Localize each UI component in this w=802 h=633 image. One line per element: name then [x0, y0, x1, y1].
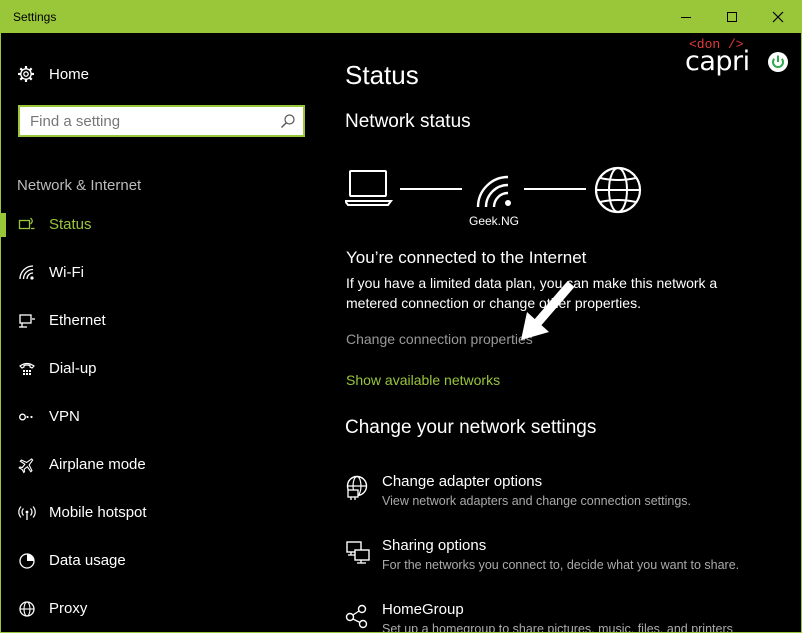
- dialup-icon: [18, 360, 36, 378]
- wifi-icon: [18, 264, 36, 282]
- adapter-icon: [346, 475, 368, 500]
- minimize-icon: [681, 17, 691, 18]
- globe-icon: [594, 166, 642, 214]
- setting-subtitle: Set up a homegroup to share pictures, mu…: [382, 622, 733, 633]
- home-label: Home: [49, 65, 90, 83]
- setting-subtitle: View network adapters and change connect…: [382, 494, 691, 508]
- sidebar-item-proxy[interactable]: Proxy: [1, 589, 321, 629]
- home-nav-item[interactable]: Home: [17, 63, 89, 85]
- sidebar-item-airplane-mode[interactable]: Airplane mode: [1, 445, 321, 485]
- sidebar: Home Network & Internet Status: [1, 33, 321, 632]
- maximize-icon: [727, 12, 737, 22]
- ethernet-icon: [18, 312, 36, 330]
- sharing-icon: [346, 541, 370, 564]
- show-available-networks-link[interactable]: Show available networks: [346, 372, 500, 388]
- section-label: Network & Internet: [17, 177, 142, 194]
- sidebar-item-ethernet[interactable]: Ethernet: [1, 301, 321, 341]
- minimize-button[interactable]: [663, 1, 709, 33]
- connection-status-text: You’re connected to the Internet: [346, 248, 587, 267]
- sidebar-item-label: Wi-Fi: [49, 264, 84, 281]
- search-box[interactable]: [18, 105, 305, 137]
- sidebar-item-label: Dial-up: [49, 360, 97, 377]
- setting-title: Change adapter options: [382, 473, 543, 490]
- page-title: Status: [345, 60, 419, 90]
- window-title: Settings: [13, 10, 57, 24]
- hotspot-icon: [18, 504, 36, 522]
- sidebar-item-label: Ethernet: [49, 312, 106, 329]
- maximize-button[interactable]: [709, 1, 755, 33]
- sidebar-item-status[interactable]: Status: [1, 205, 321, 245]
- title-bar[interactable]: Settings: [1, 1, 801, 33]
- sharing-options[interactable]: Sharing options For the networks you con…: [345, 537, 801, 587]
- sidebar-item-label: Mobile hotspot: [49, 504, 147, 521]
- close-icon: [772, 11, 784, 23]
- proxy-icon: [18, 600, 36, 618]
- vpn-icon: [18, 408, 36, 426]
- laptop-icon: [345, 170, 393, 206]
- close-button[interactable]: [755, 1, 801, 33]
- network-name: Geek.NG: [469, 214, 520, 228]
- search-icon[interactable]: [280, 113, 296, 129]
- status-icon: [18, 216, 36, 234]
- search-input[interactable]: [30, 113, 270, 130]
- sidebar-item-label: Airplane mode: [49, 456, 146, 473]
- sidebar-item-label: Status: [49, 216, 92, 233]
- settings-window: Settings Home Find a setting Network & I…: [0, 0, 802, 633]
- setting-subtitle: For the networks you connect to, decide …: [382, 558, 740, 572]
- sidebar-item-wifi[interactable]: Wi-Fi: [1, 253, 321, 293]
- wifi-icon: [476, 175, 511, 208]
- active-indicator: [1, 213, 6, 237]
- annotation-arrow-icon: [521, 281, 575, 340]
- sidebar-item-dialup[interactable]: Dial-up: [1, 349, 321, 389]
- change-adapter-options[interactable]: Change adapter options View network adap…: [345, 473, 801, 523]
- sidebar-item-label: Data usage: [49, 552, 126, 569]
- sidebar-item-data-usage[interactable]: Data usage: [1, 541, 321, 581]
- gear-icon: [18, 66, 34, 82]
- airplane-icon: [18, 456, 36, 474]
- logo-name: capri: [685, 46, 750, 77]
- setting-title: Sharing options: [382, 537, 487, 554]
- sidebar-item-vpn[interactable]: VPN: [1, 397, 321, 437]
- homegroup-icon: [345, 604, 368, 629]
- watermark-logo: <don /> capri: [683, 37, 793, 77]
- change-connection-properties-link[interactable]: Change connection properties: [346, 331, 533, 347]
- sidebar-item-mobile-hotspot[interactable]: Mobile hotspot: [1, 493, 321, 533]
- setting-title: HomeGroup: [382, 601, 464, 618]
- sidebar-item-label: VPN: [49, 408, 80, 425]
- sidebar-item-label: Proxy: [49, 600, 88, 617]
- network-status-heading: Network status: [345, 111, 471, 132]
- data-usage-icon: [18, 552, 36, 570]
- power-icon: [768, 52, 788, 72]
- change-settings-heading: Change your network settings: [345, 417, 597, 438]
- homegroup-option[interactable]: HomeGroup Set up a homegroup to share pi…: [345, 601, 801, 633]
